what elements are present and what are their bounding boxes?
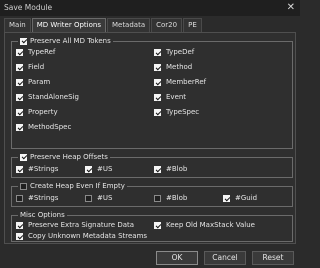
ok-button[interactable]: OK — [156, 251, 198, 265]
heap-offsets-us-label: #US — [97, 165, 113, 173]
create-heap-us-label: #US — [97, 194, 113, 202]
method-option[interactable]: Method — [154, 63, 192, 72]
tab-pe[interactable]: PE — [183, 18, 202, 32]
methodspec-option[interactable]: MethodSpec — [16, 123, 71, 132]
heap-offsets-strings-label: #Strings — [28, 165, 59, 173]
cancel-button[interactable]: Cancel — [204, 251, 246, 265]
event-label: Event — [166, 93, 187, 101]
property-label: Property — [28, 108, 58, 116]
typedef-label: TypeDef — [166, 48, 195, 56]
typespec-checkbox[interactable] — [154, 109, 161, 116]
heap-offsets-us-checkbox[interactable] — [85, 166, 92, 173]
typespec-option[interactable]: TypeSpec — [154, 108, 199, 117]
property-option[interactable]: Property — [16, 108, 58, 117]
misc-options-label: Misc Options — [20, 211, 65, 219]
create-heap-blob-option[interactable]: #Blob — [154, 194, 187, 203]
memberref-option[interactable]: MemberRef — [154, 78, 206, 87]
create-heap-guid-label: #Guid — [235, 194, 258, 202]
title-bar: Save Module ✕ — [0, 0, 300, 16]
create-heap-header[interactable]: Create Heap Even If Empty — [18, 181, 127, 191]
create-heap-even-if-empty-checkbox[interactable] — [20, 182, 27, 190]
heap-offsets-group: Preserve Heap Offsets #Strings #US #Blob — [11, 152, 293, 178]
param-checkbox[interactable] — [16, 79, 23, 86]
methodspec-label: MethodSpec — [28, 123, 72, 131]
method-label: Method — [166, 63, 193, 71]
keep-old-maxstack-option[interactable]: Keep Old MaxStack Value — [154, 221, 255, 230]
create-heap-blob-checkbox[interactable] — [154, 195, 161, 202]
md-tokens-header[interactable]: Preserve All MD Tokens — [18, 36, 113, 46]
create-heap-guid-option[interactable]: #Guid — [223, 194, 257, 203]
create-heap-strings-option[interactable]: #Strings — [16, 194, 58, 203]
field-option[interactable]: Field — [16, 63, 44, 72]
md-tokens-group: Preserve All MD Tokens TypeRef TypeDef F… — [11, 36, 293, 149]
create-heap-guid-checkbox[interactable] — [223, 195, 230, 202]
copy-unknown-streams-option[interactable]: Copy Unknown Metadata Streams — [16, 232, 147, 241]
preserve-extra-signature-option[interactable]: Preserve Extra Signature Data — [16, 221, 134, 230]
create-heap-group: Create Heap Even If Empty #Strings #US #… — [11, 181, 293, 207]
reset-button[interactable]: Reset — [252, 251, 294, 265]
copy-unknown-streams-checkbox[interactable] — [16, 233, 23, 240]
preserve-extra-signature-checkbox[interactable] — [16, 222, 23, 229]
param-option[interactable]: Param — [16, 78, 50, 87]
misc-options-group: Misc Options Preserve Extra Signature Da… — [11, 210, 293, 242]
methodspec-checkbox[interactable] — [16, 124, 23, 131]
preserve-heap-offsets-checkbox[interactable] — [20, 153, 27, 161]
typeref-checkbox[interactable] — [16, 49, 23, 56]
tab-md-writer-options[interactable]: MD Writer Options — [31, 18, 106, 32]
copy-unknown-streams-label: Copy Unknown Metadata Streams — [28, 232, 148, 240]
create-heap-strings-label: #Strings — [28, 194, 59, 202]
memberref-checkbox[interactable] — [154, 79, 161, 86]
create-heap-blob-label: #Blob — [166, 194, 188, 202]
standalonesig-checkbox[interactable] — [16, 94, 23, 101]
options-panel: Preserve All MD Tokens TypeRef TypeDef F… — [4, 32, 296, 244]
heap-offsets-us-option[interactable]: #US — [85, 165, 112, 174]
create-heap-us-checkbox[interactable] — [85, 195, 92, 202]
typedef-option[interactable]: TypeDef — [154, 48, 194, 57]
create-heap-even-if-empty-label: Create Heap Even If Empty — [30, 182, 125, 190]
memberref-label: MemberRef — [166, 78, 207, 86]
event-checkbox[interactable] — [154, 94, 161, 101]
field-label: Field — [28, 63, 45, 71]
typespec-label: TypeSpec — [166, 108, 200, 116]
heap-offsets-blob-option[interactable]: #Blob — [154, 165, 187, 174]
create-heap-strings-checkbox[interactable] — [16, 195, 23, 202]
preserve-heap-offsets-label: Preserve Heap Offsets — [30, 153, 108, 161]
close-icon[interactable]: ✕ — [287, 2, 295, 13]
standalonesig-label: StandAloneSig — [28, 93, 79, 101]
heap-offsets-strings-checkbox[interactable] — [16, 166, 23, 173]
property-checkbox[interactable] — [16, 109, 23, 116]
typedef-checkbox[interactable] — [154, 49, 161, 56]
window-title: Save Module — [4, 3, 53, 12]
param-label: Param — [28, 78, 51, 86]
field-checkbox[interactable] — [16, 64, 23, 71]
create-heap-us-option[interactable]: #US — [85, 194, 112, 203]
standalonesig-option[interactable]: StandAloneSig — [16, 93, 79, 102]
tab-strip: Main MD Writer Options Metadata Cor20 PE — [4, 18, 203, 32]
keep-old-maxstack-checkbox[interactable] — [154, 222, 161, 229]
heap-offsets-strings-option[interactable]: #Strings — [16, 165, 58, 174]
method-checkbox[interactable] — [154, 64, 161, 71]
misc-options-header: Misc Options — [18, 210, 67, 220]
preserve-extra-signature-label: Preserve Extra Signature Data — [28, 221, 135, 229]
heap-offsets-blob-checkbox[interactable] — [154, 166, 161, 173]
heap-offsets-blob-label: #Blob — [166, 165, 188, 173]
typeref-label: TypeRef — [28, 48, 56, 56]
keep-old-maxstack-label: Keep Old MaxStack Value — [166, 221, 255, 229]
typeref-option[interactable]: TypeRef — [16, 48, 55, 57]
tab-main[interactable]: Main — [4, 18, 31, 32]
tab-metadata[interactable]: Metadata — [106, 18, 151, 32]
event-option[interactable]: Event — [154, 93, 186, 102]
preserve-all-md-tokens-checkbox[interactable] — [20, 37, 27, 45]
heap-offsets-header[interactable]: Preserve Heap Offsets — [18, 152, 110, 162]
tab-cor20[interactable]: Cor20 — [151, 18, 183, 32]
preserve-all-md-tokens-label: Preserve All MD Tokens — [30, 37, 111, 45]
